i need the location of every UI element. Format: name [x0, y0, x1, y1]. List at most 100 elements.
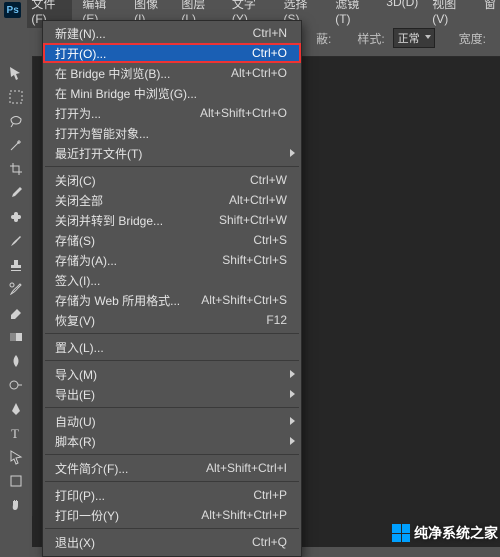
style-select[interactable]: 正常: [393, 28, 435, 48]
menu-view[interactable]: 视图(V): [428, 0, 474, 28]
menu-item[interactable]: 打开为智能对象...: [43, 123, 301, 143]
svg-text:T: T: [11, 426, 19, 441]
menu-separator: [45, 166, 299, 167]
menu-item[interactable]: 导出(E): [43, 384, 301, 404]
menu-item-shortcut: Alt+Shift+Ctrl+S: [201, 293, 287, 307]
app-logo: Ps: [4, 2, 21, 18]
menu-item[interactable]: 文件简介(F)...Alt+Shift+Ctrl+I: [43, 458, 301, 478]
menu-item[interactable]: 置入(L)...: [43, 337, 301, 357]
menu-bar: Ps 文件(F)编辑(E)图像(I)图层(L)文字(Y)选择(S)滤镜(T)3D…: [0, 0, 500, 20]
menu-item[interactable]: 导入(M): [43, 364, 301, 384]
submenu-arrow-icon: [290, 370, 295, 378]
menu-item[interactable]: 关闭(C)Ctrl+W: [43, 170, 301, 190]
marquee-tool-icon[interactable]: [4, 86, 28, 108]
menu-item[interactable]: 在 Mini Bridge 中浏览(G)...: [43, 83, 301, 103]
menu-item[interactable]: 退出(X)Ctrl+Q: [43, 532, 301, 552]
mask-label-truncated: 蔽:: [316, 30, 331, 47]
menu-item[interactable]: 打印一份(Y)Alt+Shift+Ctrl+P: [43, 505, 301, 525]
heal-tool-icon[interactable]: [4, 206, 28, 228]
move-tool-icon[interactable]: [4, 62, 28, 84]
menu-item[interactable]: 打开为...Alt+Shift+Ctrl+O: [43, 103, 301, 123]
wand-tool-icon[interactable]: [4, 134, 28, 156]
width-label: 宽度:: [459, 30, 486, 47]
file-menu-dropdown: 新建(N)...Ctrl+N打开(O)...Ctrl+O在 Bridge 中浏览…: [42, 20, 302, 557]
submenu-arrow-icon: [290, 149, 295, 157]
menu-filter[interactable]: 滤镜(T): [331, 0, 376, 28]
blur-tool-icon[interactable]: [4, 350, 28, 372]
menu-separator: [45, 333, 299, 334]
menu-item[interactable]: 关闭全部Alt+Ctrl+W: [43, 190, 301, 210]
menu-item-shortcut: F12: [266, 313, 287, 327]
menu-item-label: 关闭并转到 Bridge...: [55, 212, 219, 229]
menu-item-shortcut: Alt+Shift+Ctrl+P: [201, 508, 287, 522]
menu-item-shortcut: Ctrl+W: [250, 173, 287, 187]
menu-item-label: 在 Bridge 中浏览(B)...: [55, 65, 231, 82]
menu-item-shortcut: Ctrl+O: [252, 46, 287, 60]
menu-item[interactable]: 签入(I)...: [43, 270, 301, 290]
menu-item-label: 打印一份(Y): [55, 507, 201, 524]
menu-3d[interactable]: 3D(D): [382, 0, 422, 28]
menu-item[interactable]: 自动(U): [43, 411, 301, 431]
path-select-tool-icon[interactable]: [4, 446, 28, 468]
menu-item-label: 置入(L)...: [55, 339, 287, 356]
lasso-tool-icon[interactable]: [4, 110, 28, 132]
stamp-tool-icon[interactable]: [4, 254, 28, 276]
menu-item[interactable]: 关闭并转到 Bridge...Shift+Ctrl+W: [43, 210, 301, 230]
gradient-tool-icon[interactable]: [4, 326, 28, 348]
menu-separator: [45, 360, 299, 361]
menu-item[interactable]: 脚本(R): [43, 431, 301, 451]
history-brush-tool-icon[interactable]: [4, 278, 28, 300]
menu-item-shortcut: Ctrl+N: [253, 26, 287, 40]
eraser-tool-icon[interactable]: [4, 302, 28, 324]
menu-item-label: 恢复(V): [55, 312, 266, 329]
menu-item-shortcut: Ctrl+S: [253, 233, 287, 247]
menu-separator: [45, 481, 299, 482]
menu-item-shortcut: Alt+Shift+Ctrl+I: [206, 461, 287, 475]
menu-item-shortcut: Ctrl+P: [253, 488, 287, 502]
menu-item[interactable]: 打开(O)...Ctrl+O: [43, 43, 301, 63]
menu-item-shortcut: Shift+Ctrl+W: [219, 213, 287, 227]
menu-item[interactable]: 存储为 Web 所用格式...Alt+Shift+Ctrl+S: [43, 290, 301, 310]
menu-item-label: 关闭(C): [55, 172, 250, 189]
style-label: 样式:: [357, 30, 384, 47]
menu-item-label: 导出(E): [55, 386, 287, 403]
menu-separator: [45, 454, 299, 455]
menu-item[interactable]: 存储(S)Ctrl+S: [43, 230, 301, 250]
menu-item-label: 打开为智能对象...: [55, 125, 287, 142]
pen-tool-icon[interactable]: [4, 398, 28, 420]
menu-item-label: 自动(U): [55, 413, 287, 430]
menu-item-label: 关闭全部: [55, 192, 229, 209]
menu-item-label: 文件简介(F)...: [55, 460, 206, 477]
menu-item[interactable]: 在 Bridge 中浏览(B)...Alt+Ctrl+O: [43, 63, 301, 83]
menu-item-shortcut: Shift+Ctrl+S: [222, 253, 287, 267]
watermark-logo-icon: [392, 524, 410, 542]
menu-item-label: 脚本(R): [55, 433, 287, 450]
hand-tool-icon[interactable]: [4, 494, 28, 516]
menu-item-label: 退出(X): [55, 534, 252, 551]
eyedropper-tool-icon[interactable]: [4, 182, 28, 204]
type-tool-icon[interactable]: T: [4, 422, 28, 444]
submenu-arrow-icon: [290, 417, 295, 425]
menu-separator: [45, 528, 299, 529]
menu-item-label: 存储(S): [55, 232, 253, 249]
menu-item[interactable]: 打印(P)...Ctrl+P: [43, 485, 301, 505]
menu-item[interactable]: 恢复(V)F12: [43, 310, 301, 330]
menu-item[interactable]: 新建(N)...Ctrl+N: [43, 23, 301, 43]
menu-item-label: 在 Mini Bridge 中浏览(G)...: [55, 85, 287, 102]
menu-item-label: 打开(O)...: [55, 45, 252, 62]
brush-tool-icon[interactable]: [4, 230, 28, 252]
crop-tool-icon[interactable]: [4, 158, 28, 180]
dodge-tool-icon[interactable]: [4, 374, 28, 396]
menu-window-truncated[interactable]: 窗: [480, 0, 500, 28]
menu-item[interactable]: 最近打开文件(T): [43, 143, 301, 163]
watermark-text: 纯净系统之家: [414, 523, 498, 543]
menu-item[interactable]: 存储为(A)...Shift+Ctrl+S: [43, 250, 301, 270]
menu-item-shortcut: Alt+Ctrl+O: [231, 66, 287, 80]
menu-item-shortcut: Alt+Ctrl+W: [229, 193, 287, 207]
shape-tool-icon[interactable]: [4, 470, 28, 492]
menu-item-label: 导入(M): [55, 366, 287, 383]
menu-separator: [45, 407, 299, 408]
tools-panel: T: [0, 56, 33, 516]
menu-item-label: 打印(P)...: [55, 487, 253, 504]
menu-item-label: 打开为...: [55, 105, 200, 122]
